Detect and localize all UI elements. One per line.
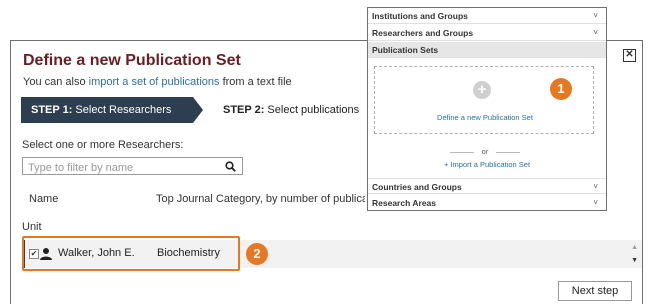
panel-item-researchers[interactable]: Researchers and Groups ˅	[368, 25, 606, 41]
next-step-button[interactable]: Next step	[558, 281, 632, 301]
step2-tab[interactable]: STEP 2: Select publications	[223, 97, 359, 123]
chevron-down-icon: ˅	[593, 198, 598, 207]
close-button[interactable]: ✕	[623, 49, 636, 62]
step2-label: STEP 2:	[223, 104, 265, 116]
scroll-up-icon[interactable]: ▲	[631, 244, 638, 251]
panel-item-research-areas[interactable]: Research Areas ˅	[368, 195, 606, 211]
define-publication-set-area[interactable]: + Define a new Publication Set	[374, 66, 594, 134]
panel-item-countries[interactable]: Countries and Groups ˅	[368, 178, 606, 194]
dropdown-panel: Institutions and Groups ˅ Researchers and…	[367, 7, 607, 211]
import-publications-link[interactable]: import a set of publications	[89, 76, 220, 88]
search-icon[interactable]	[225, 161, 236, 172]
import-publication-set-link[interactable]: + Import a Publication Set	[368, 160, 606, 169]
step1-arrow	[193, 97, 203, 123]
chevron-down-icon: ˅	[593, 11, 598, 20]
step1-label: STEP 1:	[31, 104, 73, 116]
step1-tab[interactable]: STEP 1: Select Researchers	[21, 97, 193, 123]
panel-item-institutions[interactable]: Institutions and Groups ˅	[368, 8, 606, 24]
panel-item-label: Research Areas	[372, 198, 436, 208]
annotation-badge-1: 1	[550, 78, 572, 100]
dialog-subtitle: You can also import a set of publication…	[23, 76, 292, 88]
step1-text: Select Researchers	[72, 104, 172, 116]
column-header-category[interactable]: Top Journal Category, by number of publi…	[156, 193, 365, 205]
annotation-badge-2: 2	[246, 243, 268, 265]
step2-text: Select publications	[264, 104, 360, 116]
panel-item-label: Publication Sets	[372, 45, 439, 55]
divider-line	[496, 152, 520, 153]
chevron-down-icon: ˅	[593, 182, 598, 191]
or-divider: or	[450, 148, 520, 156]
subtitle-suffix: from a text file	[219, 76, 292, 88]
panel-item-publication-sets[interactable]: Publication Sets	[368, 42, 606, 58]
dialog-title: Define a new Publication Set	[23, 52, 241, 69]
row-highlight-annotation	[22, 236, 240, 271]
filter-input[interactable]	[23, 160, 213, 176]
column-header-name[interactable]: Name	[29, 193, 58, 205]
panel-item-label: Researchers and Groups	[372, 28, 474, 38]
scroll-down-icon[interactable]: ▼	[631, 257, 638, 264]
column-header-unit[interactable]: Unit	[22, 221, 42, 233]
chevron-down-icon: ˅	[593, 28, 598, 37]
subtitle-prefix: You can also	[23, 76, 89, 88]
filter-box	[22, 157, 243, 176]
plus-icon[interactable]: +	[473, 81, 491, 99]
select-researchers-label: Select one or more Researchers:	[22, 139, 184, 151]
panel-item-label: Countries and Groups	[372, 182, 462, 192]
panel-item-label: Institutions and Groups	[372, 11, 468, 21]
define-publication-set-link[interactable]: Define a new Publication Set	[375, 113, 595, 122]
step-tabs: STEP 1: Select Researchers STEP 2: Selec…	[21, 97, 411, 123]
